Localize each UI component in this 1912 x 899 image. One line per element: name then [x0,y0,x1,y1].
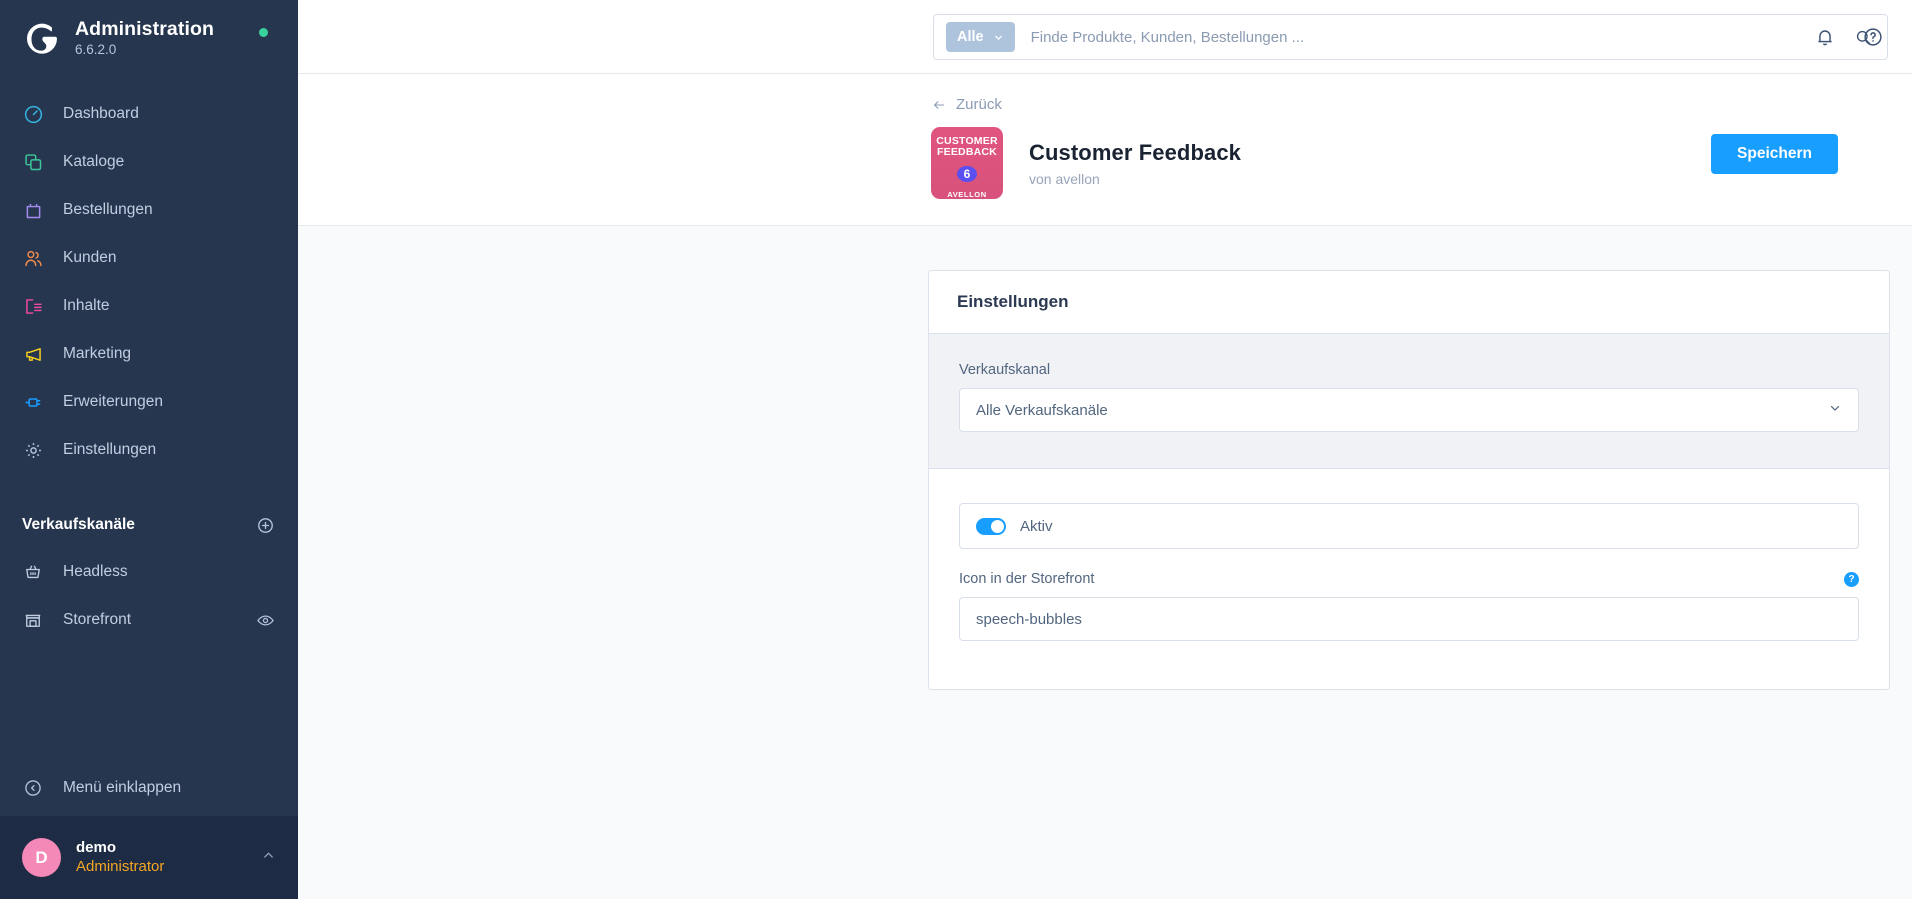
sidebar-item-label: Marketing [63,345,132,362]
top-bar: Alle [298,0,1912,74]
sidebar-channel-storefront[interactable]: Storefront [0,596,298,644]
sidebar-item-label: Einstellungen [63,441,157,458]
plugin-icon-line2: FEEDBACK [937,146,997,159]
content-icon [22,295,44,317]
sidebar-item-bestellungen[interactable]: Bestellungen [0,186,298,234]
storefront-icon-label: Icon in der Storefront [959,571,1095,587]
user-meta: demo Administrator [76,839,164,877]
settings-card: Einstellungen Verkaufskanal Alle Verkauf… [928,270,1890,690]
application-root: Administration 6.6.2.0 Dashboard Katalog… [0,0,1912,899]
store-icon [22,609,44,631]
sidebar-item-label: Erweiterungen [63,393,163,410]
sidebar-item-marketing[interactable]: Marketing [0,330,298,378]
global-search: Alle [933,14,1888,60]
sidebar-channel-label: Storefront [63,611,132,628]
plus-circle-icon[interactable] [254,514,276,536]
chevron-up-icon[interactable] [261,848,276,868]
search-scope-dropdown[interactable]: Alle [946,22,1015,52]
save-button[interactable]: Speichern [1711,134,1838,174]
main-area: Alle Finde Produkte, Kunden, Bestellunge… [298,0,1912,899]
sidebar-item-label: Kataloge [63,153,125,170]
sidebar-item-label: Inhalte [63,297,110,314]
sales-channel-select[interactable]: Alle Verkaufskanäle [959,388,1859,432]
active-toggle-row[interactable]: Aktiv [959,503,1859,549]
megaphone-icon [22,343,44,365]
bag-icon [22,199,44,221]
sidebar-item-dashboard[interactable]: Dashboard [0,90,298,138]
sidebar-item-label: Bestellungen [63,201,153,218]
sidebar-section-sales-channels: Verkaufskanäle [0,510,298,540]
storefront-icon-input[interactable]: speech-bubbles [959,597,1859,641]
eye-icon[interactable] [254,609,276,631]
topbar-actions [1812,0,1886,74]
bell-icon[interactable] [1812,24,1838,50]
sidebar-title: Administration [75,18,214,41]
shopware-logo-icon [22,18,62,58]
sidebar-item-kunden[interactable]: Kunden [0,234,298,282]
chevron-down-icon [1828,401,1842,419]
sidebar-section-title: Verkaufskanäle [22,516,135,533]
plugin-icon-brand: AVELLON [947,190,987,199]
sidebar-header[interactable]: Administration 6.6.2.0 [0,0,298,68]
sidebar-brand: Administration 6.6.2.0 [75,18,214,58]
arrow-left-icon [933,100,945,109]
sidebar-item-inhalte[interactable]: Inhalte [0,282,298,330]
sales-channel-section: Verkaufskanal Alle Verkaufskanäle [929,334,1889,469]
avatar: D [22,838,61,877]
back-label: Zurück [956,96,1002,113]
search-scope-label: Alle [957,29,984,45]
collapse-menu-button[interactable]: Menü einklappen [0,760,298,816]
storefront-icon-value: speech-bubbles [976,610,1082,628]
back-button[interactable]: Zurück [931,96,1002,113]
chevron-down-icon [994,35,1002,40]
gear-icon [22,439,44,461]
plugin-icon-badge: 6 [957,165,977,182]
help-circle-icon[interactable]: ? [1844,571,1859,587]
plugin-identity-row: CUSTOMER FEEDBACK 6 AVELLON Customer Fee… [931,127,1838,199]
status-indicator-dot [259,28,268,37]
active-toggle-label: Aktiv [1020,517,1053,535]
sidebar-channel-headless[interactable]: Headless [0,548,298,596]
sidebar: Administration 6.6.2.0 Dashboard Katalog… [0,0,298,899]
sidebar-item-label: Kunden [63,249,117,266]
copy-icon [22,151,44,173]
user-role: Administrator [76,857,165,875]
search-input[interactable] [1030,28,1851,46]
sidebar-channel-label: Headless [63,563,128,580]
plugin-text: Customer Feedback von avellon [1029,140,1241,187]
plugin-header: Zurück CUSTOMER FEEDBACK 6 AVELLON Custo… [298,74,1912,226]
sales-channel-value: Alle Verkaufskanäle [976,401,1108,419]
plugin-author: von avellon [1029,170,1100,187]
content-area: Einstellungen Verkaufskanal Alle Verkauf… [298,226,1912,899]
plugin-config-section: Aktiv Icon in der Storefront ? speech-bu… [929,469,1889,689]
sales-channel-label: Verkaufskanal [959,362,1051,378]
users-icon [22,247,44,269]
user-name: demo [76,838,117,856]
sidebar-item-label: Dashboard [63,105,139,122]
plugin-icon: CUSTOMER FEEDBACK 6 AVELLON [931,127,1003,199]
active-toggle[interactable] [976,517,1006,535]
settings-card-header: Einstellungen [929,271,1889,334]
sidebar-item-erweiterungen[interactable]: Erweiterungen [0,378,298,426]
storefront-icon-label-row: Icon in der Storefront ? [959,571,1859,587]
plug-icon [22,391,44,413]
page-title: Customer Feedback [1029,139,1241,165]
settings-card-title: Einstellungen [957,292,1069,311]
user-profile-menu[interactable]: D demo Administrator [0,816,298,899]
basket-icon [22,561,44,583]
sidebar-version: 6.6.2.0 [75,42,117,58]
collapse-menu-label: Menü einklappen [63,779,182,796]
sidebar-item-einstellungen[interactable]: Einstellungen [0,426,298,474]
collapse-left-icon [22,777,44,799]
sidebar-item-kataloge[interactable]: Kataloge [0,138,298,186]
sidebar-nav: Dashboard Kataloge Bestellungen Kunden I… [0,90,298,644]
speedometer-icon [22,103,44,125]
question-circle-icon[interactable] [1860,24,1886,50]
